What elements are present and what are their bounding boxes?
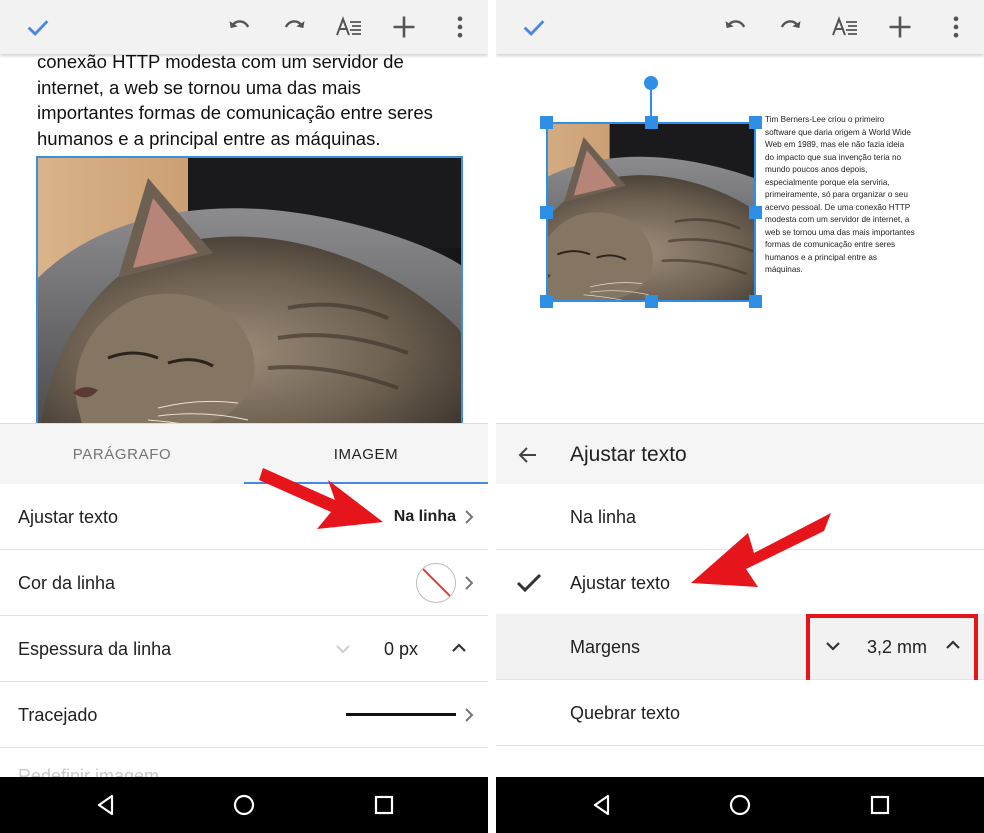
wrap-text-value: Na linha <box>393 508 456 525</box>
no-color-swatch-icon <box>416 563 456 603</box>
wrap-line: mundo poucos anos depois, <box>765 165 868 174</box>
wrap-line: máquinas. <box>765 265 803 274</box>
nav-back-icon[interactable] <box>588 791 616 819</box>
resize-handle[interactable] <box>645 295 658 308</box>
tab-bar: PARÁGRAFO IMAGEM <box>0 423 488 485</box>
add-icon[interactable] <box>386 9 422 45</box>
chevron-right-icon <box>465 708 474 722</box>
chevron-right-icon <box>465 576 474 590</box>
system-nav-bar <box>496 777 984 833</box>
resize-handle[interactable] <box>540 295 553 308</box>
nav-home-icon[interactable] <box>726 791 754 819</box>
rotate-handle-stem <box>650 90 652 116</box>
wrap-line: web se tornou uma das mais importantes <box>765 227 915 237</box>
resize-handle[interactable] <box>749 116 762 129</box>
wrap-line: primeiramente, só para organizar o seu <box>765 190 908 199</box>
left-screen: conexão HTTP modesta com um servidor de … <box>0 0 488 833</box>
selected-image[interactable] <box>36 156 463 426</box>
undo-icon[interactable] <box>718 9 754 45</box>
text-format-icon[interactable] <box>331 9 367 45</box>
more-vert-icon[interactable] <box>442 9 478 45</box>
toolbar <box>496 0 984 54</box>
line-color-row[interactable]: Cor da linha <box>0 550 488 616</box>
wrap-line: acervo pessoal. De uma conexão HTTP <box>765 202 911 212</box>
check-icon[interactable] <box>20 9 56 45</box>
redo-icon[interactable] <box>276 9 312 45</box>
option-inline-label: Na linha <box>570 506 637 527</box>
annotation-arrow-icon <box>259 468 383 529</box>
page-title: Ajustar texto <box>570 443 687 466</box>
wrapped-paragraph[interactable]: Tim Berners-Lee criou o primeiro softwar… <box>765 114 935 277</box>
system-nav-bar <box>0 777 488 833</box>
wrap-text-label: Ajustar texto <box>18 506 119 527</box>
nav-home-icon[interactable] <box>230 791 258 819</box>
option-break[interactable]: Quebrar texto <box>496 680 984 746</box>
chevron-right-icon <box>465 510 474 524</box>
arrow-back-icon[interactable] <box>516 443 540 467</box>
toolbar <box>0 0 488 54</box>
more-vert-icon[interactable] <box>938 9 974 45</box>
doc-line: importantes formas de comunicação entre … <box>37 102 433 123</box>
wrap-line: software que daria origem à World Wide <box>765 127 911 137</box>
line-weight-label: Espessura da linha <box>18 638 172 659</box>
dash-preview <box>346 713 456 716</box>
selected-image[interactable] <box>540 116 762 308</box>
chevron-down-icon[interactable] <box>334 640 352 658</box>
option-wrap-label: Ajustar texto <box>570 572 671 593</box>
wrap-text-row[interactable]: Ajustar texto Na linha <box>0 484 488 550</box>
line-weight-value: 0 px <box>383 638 418 659</box>
right-screen: Tim Berners-Lee criou o primeiro softwar… <box>496 0 984 833</box>
annotation-arrow-icon <box>691 513 831 587</box>
wrap-line: modesta com um servidor de internet, a <box>765 215 910 224</box>
check-icon <box>516 573 542 593</box>
cat-photo <box>548 124 754 300</box>
resize-handle[interactable] <box>540 116 553 129</box>
wrap-line: especialmente porque ela serviria, <box>765 177 890 187</box>
option-break-label: Quebrar texto <box>570 702 681 723</box>
document-text[interactable]: conexão HTTP modesta com um servidor de … <box>37 49 437 151</box>
wrap-line: formas de comunicação entre seres <box>765 240 896 249</box>
nav-back-icon[interactable] <box>92 791 120 819</box>
wrap-line: Tim Berners-Lee criou o primeiro <box>765 115 885 124</box>
margins-label: Margens <box>570 636 641 657</box>
resize-handle[interactable] <box>749 295 762 308</box>
check-icon[interactable] <box>516 9 552 45</box>
tab-paragraph[interactable]: PARÁGRAFO <box>0 424 244 485</box>
nav-recent-icon[interactable] <box>866 791 894 819</box>
nav-recent-icon[interactable] <box>370 791 398 819</box>
add-icon[interactable] <box>882 9 918 45</box>
dash-label: Tracejado <box>18 704 98 725</box>
dash-row[interactable]: Tracejado <box>0 682 488 748</box>
text-format-icon[interactable] <box>827 9 863 45</box>
resize-handle[interactable] <box>749 206 762 219</box>
panel-divider <box>488 0 496 833</box>
undo-icon[interactable] <box>222 9 258 45</box>
doc-line: internet, a web se tornou uma das mais <box>37 76 361 98</box>
line-weight-row: Espessura da linha 0 px <box>0 616 488 682</box>
resize-handle[interactable] <box>645 116 658 129</box>
resize-handle[interactable] <box>540 206 553 219</box>
rotate-handle[interactable] <box>644 76 658 90</box>
wrap-line: do impacto que sua invenção teria no <box>765 152 902 162</box>
doc-line: humanos e a principal entre as máquinas. <box>37 127 381 149</box>
wrap-text-header: Ajustar texto <box>496 423 984 485</box>
wrap-line: humanos e a principal entre as <box>765 252 877 262</box>
redo-icon[interactable] <box>772 9 808 45</box>
line-color-label: Cor da linha <box>18 572 116 593</box>
chevron-up-icon[interactable] <box>450 639 468 657</box>
wrap-line: Web em 1989, mas ele não fazia ideia <box>765 140 905 149</box>
cat-photo <box>38 158 461 424</box>
annotation-highlight-box <box>806 614 978 684</box>
